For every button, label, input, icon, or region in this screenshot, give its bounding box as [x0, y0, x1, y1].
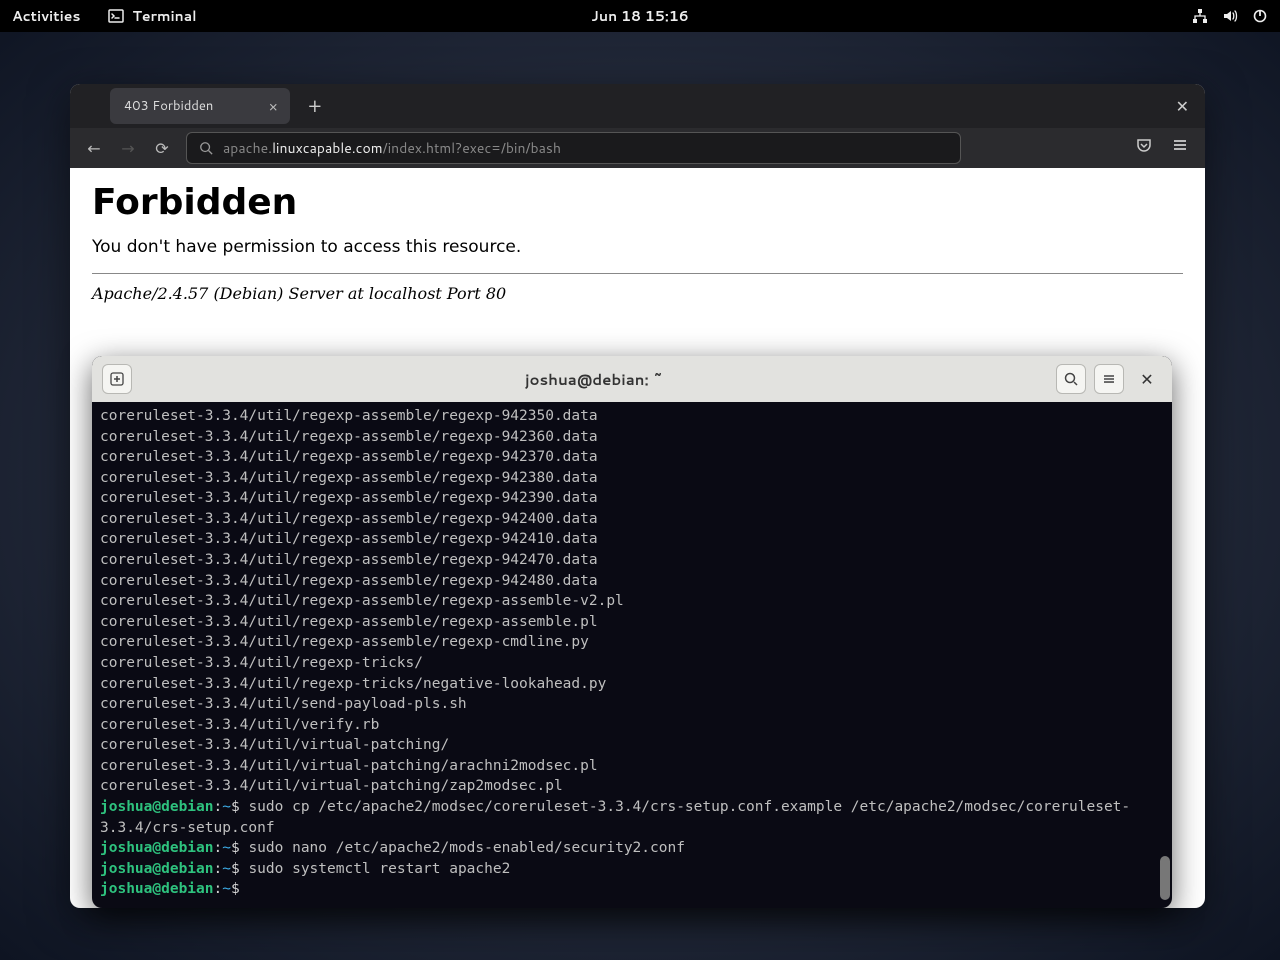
scrollbar-thumb[interactable]	[1160, 856, 1170, 900]
terminal-output-line: coreruleset-3.3.4/util/regexp-assemble/r…	[100, 447, 1164, 468]
terminal-menu-button[interactable]	[1094, 364, 1124, 394]
terminal-output-line: coreruleset-3.3.4/util/regexp-tricks/	[100, 653, 1164, 674]
terminal-output-line: coreruleset-3.3.4/util/regexp-assemble/r…	[100, 406, 1164, 427]
terminal-output-line: coreruleset-3.3.4/util/regexp-assemble/r…	[100, 468, 1164, 489]
search-icon	[199, 141, 213, 155]
terminal-output-line: coreruleset-3.3.4/util/regexp-assemble/r…	[100, 632, 1164, 653]
terminal-output-line: coreruleset-3.3.4/util/regexp-assemble/r…	[100, 488, 1164, 509]
terminal-search-button[interactable]	[1056, 364, 1086, 394]
nav-back-button[interactable]: ←	[84, 137, 104, 160]
terminal-prompt-line: joshua@debian:~$ sudo nano /etc/apache2/…	[100, 838, 1164, 859]
activities-button[interactable]: Activities	[12, 6, 80, 26]
terminal-output-line: coreruleset-3.3.4/util/virtual-patching/…	[100, 776, 1164, 797]
terminal-close-button[interactable]: ✕	[1132, 368, 1162, 391]
power-icon[interactable]	[1252, 8, 1268, 24]
volume-icon[interactable]	[1222, 8, 1238, 24]
terminal-output-line: coreruleset-3.3.4/util/regexp-assemble/r…	[100, 550, 1164, 571]
terminal-prompt-line: joshua@debian:~$ sudo cp /etc/apache2/mo…	[100, 797, 1164, 818]
tab-title: 403 Forbidden	[124, 97, 213, 115]
terminal-body[interactable]: coreruleset-3.3.4/util/regexp-assemble/r…	[92, 402, 1172, 908]
terminal-output-line: coreruleset-3.3.4/util/verify.rb	[100, 715, 1164, 736]
terminal-output-line: coreruleset-3.3.4/util/regexp-assemble/r…	[100, 571, 1164, 592]
terminal-headerbar: joshua@debian: ~ ✕	[92, 356, 1172, 402]
window-close-button[interactable]: ✕	[1176, 95, 1189, 118]
gnome-topbar: Activities Terminal Jun 18 15:16	[0, 0, 1280, 32]
new-tab-terminal-button[interactable]	[102, 364, 132, 394]
nav-forward-button[interactable]: →	[118, 137, 138, 160]
new-tab-button[interactable]: +	[300, 92, 330, 120]
app-menu-terminal[interactable]: Terminal	[108, 6, 196, 26]
url-bar[interactable]: apache.linuxcapable.com/index.html?exec=…	[186, 132, 961, 164]
pocket-icon[interactable]	[1133, 136, 1155, 160]
terminal-output-line: coreruleset-3.3.4/util/send-payload-pls.…	[100, 694, 1164, 715]
browser-tab[interactable]: 403 Forbidden ×	[110, 88, 290, 124]
tab-close-icon[interactable]: ×	[268, 96, 278, 117]
hamburger-menu-icon[interactable]	[1169, 136, 1191, 160]
terminal-wrap-line: 3.3.4/crs-setup.conf	[100, 818, 1164, 839]
plus-tab-icon	[109, 371, 125, 387]
hamburger-menu-icon	[1101, 371, 1117, 387]
server-signature: Apache/2.4.57 (Debian) Server at localho…	[92, 284, 1183, 303]
page-content: Forbidden You don't have permission to a…	[70, 168, 1205, 317]
terminal-output-line: coreruleset-3.3.4/util/regexp-assemble/r…	[100, 612, 1164, 633]
terminal-title: joshua@debian: ~	[140, 369, 1048, 390]
terminal-prompt-line: joshua@debian:~$	[100, 879, 1164, 900]
terminal-output-line: coreruleset-3.3.4/util/virtual-patching/	[100, 735, 1164, 756]
app-menu-label: Terminal	[132, 6, 196, 26]
terminal-prompt-line: joshua@debian:~$ sudo systemctl restart …	[100, 859, 1164, 880]
gnome-terminal-window: joshua@debian: ~ ✕ coreruleset-3.3.4/uti…	[92, 356, 1172, 908]
search-icon	[1063, 371, 1079, 387]
page-message: You don't have permission to access this…	[92, 237, 1183, 257]
terminal-icon	[108, 8, 124, 24]
nav-reload-button[interactable]: ⟳	[152, 137, 172, 160]
terminal-output-line: coreruleset-3.3.4/util/regexp-assemble/r…	[100, 427, 1164, 448]
terminal-output-line: coreruleset-3.3.4/util/regexp-assemble/r…	[100, 591, 1164, 612]
divider	[92, 273, 1183, 274]
browser-tabbar: 403 Forbidden × + ✕	[70, 84, 1205, 128]
terminal-output-line: coreruleset-3.3.4/util/virtual-patching/…	[100, 756, 1164, 777]
page-title: Forbidden	[92, 182, 1183, 223]
browser-toolbar: ← → ⟳ apache.linuxcapable.com/index.html…	[70, 128, 1205, 168]
url-text: apache.linuxcapable.com/index.html?exec=…	[223, 138, 561, 158]
terminal-output-line: coreruleset-3.3.4/util/regexp-assemble/r…	[100, 529, 1164, 550]
clock[interactable]: Jun 18 15:16	[591, 6, 688, 26]
terminal-output-line: coreruleset-3.3.4/util/regexp-assemble/r…	[100, 509, 1164, 530]
terminal-output-line: coreruleset-3.3.4/util/regexp-tricks/neg…	[100, 674, 1164, 695]
network-icon[interactable]	[1192, 8, 1208, 24]
